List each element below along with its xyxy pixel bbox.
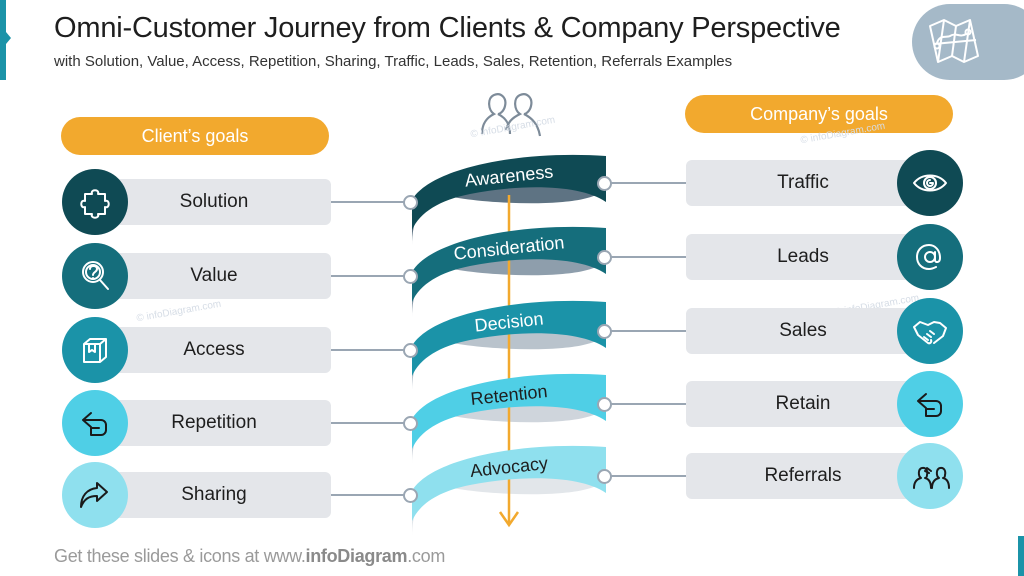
client-goal-label: Sharing <box>181 484 247 505</box>
referral-people-icon <box>913 466 950 489</box>
client-goal-label: Solution <box>179 191 249 212</box>
connector-node <box>597 176 612 191</box>
connector-line <box>331 201 409 203</box>
client-goal-icon-circle <box>62 243 128 309</box>
company-goal-retain[interactable]: Retain <box>686 381 920 427</box>
company-goal-leads[interactable]: Leads <box>686 234 920 280</box>
client-goal-label: Repetition <box>171 412 257 433</box>
company-goal-traffic[interactable]: Traffic <box>686 160 920 206</box>
connector-line <box>610 256 686 258</box>
connector-line <box>610 330 686 332</box>
footer-prefix: Get these slides & icons at www. <box>54 546 306 566</box>
company-goal-sales[interactable]: Sales <box>686 308 920 354</box>
client-goal-repetition[interactable]: Repetition <box>97 400 331 446</box>
company-goal-icon-circle <box>897 443 963 509</box>
connector-line <box>610 475 686 477</box>
connector-node <box>403 488 418 503</box>
company-goal-label: Traffic <box>777 172 829 193</box>
client-goal-value[interactable]: Value <box>97 253 331 299</box>
company-goal-icon-circle <box>897 371 963 437</box>
connector-line <box>331 422 409 424</box>
company-goal-label: Referrals <box>764 465 842 486</box>
client-goal-label: Access <box>183 339 245 360</box>
company-goal-label: Retain <box>775 393 831 414</box>
connector-node <box>597 469 612 484</box>
connector-line <box>610 403 686 405</box>
company-goal-label: Sales <box>779 320 827 341</box>
footer-brand[interactable]: infoDiagram <box>306 546 408 566</box>
client-goal-icon-circle <box>62 462 128 528</box>
connector-line <box>610 182 686 184</box>
company-goal-label: Leads <box>777 246 829 267</box>
connector-node <box>597 250 612 265</box>
puzzle-icon <box>80 189 110 219</box>
company-goal-icon-circle <box>897 298 963 364</box>
connector-line <box>331 349 409 351</box>
client-goal-icon-circle <box>62 317 128 383</box>
connector-node <box>597 397 612 412</box>
company-goal-icon-circle <box>897 224 963 290</box>
box-icon <box>83 338 107 363</box>
eye-icon <box>913 174 947 192</box>
return-arrow-icon <box>917 393 942 417</box>
return-arrow-icon <box>82 412 107 436</box>
company-goal-referrals[interactable]: Referrals <box>686 453 920 499</box>
handshake-icon <box>913 321 947 345</box>
client-goal-icon-circle <box>62 390 128 456</box>
client-goal-solution[interactable]: Solution <box>97 179 331 225</box>
connector-node <box>403 269 418 284</box>
footer-credit: Get these slides & icons at www.infoDiag… <box>54 546 445 567</box>
connector-node <box>403 416 418 431</box>
connector-node <box>403 343 418 358</box>
client-goal-icon-circle <box>62 169 128 235</box>
share-arrow-icon <box>80 482 108 508</box>
connector-node <box>403 195 418 210</box>
client-goal-label: Value <box>190 265 238 286</box>
connector-node <box>597 324 612 339</box>
magnifier-question-icon <box>82 261 109 290</box>
at-sign-icon <box>916 244 941 270</box>
connector-line <box>331 494 409 496</box>
connector-line <box>331 275 409 277</box>
client-goal-sharing[interactable]: Sharing <box>97 472 331 518</box>
company-goal-icon-circle <box>897 150 963 216</box>
footer-suffix: .com <box>407 546 446 566</box>
client-goal-access[interactable]: Access <box>97 327 331 373</box>
